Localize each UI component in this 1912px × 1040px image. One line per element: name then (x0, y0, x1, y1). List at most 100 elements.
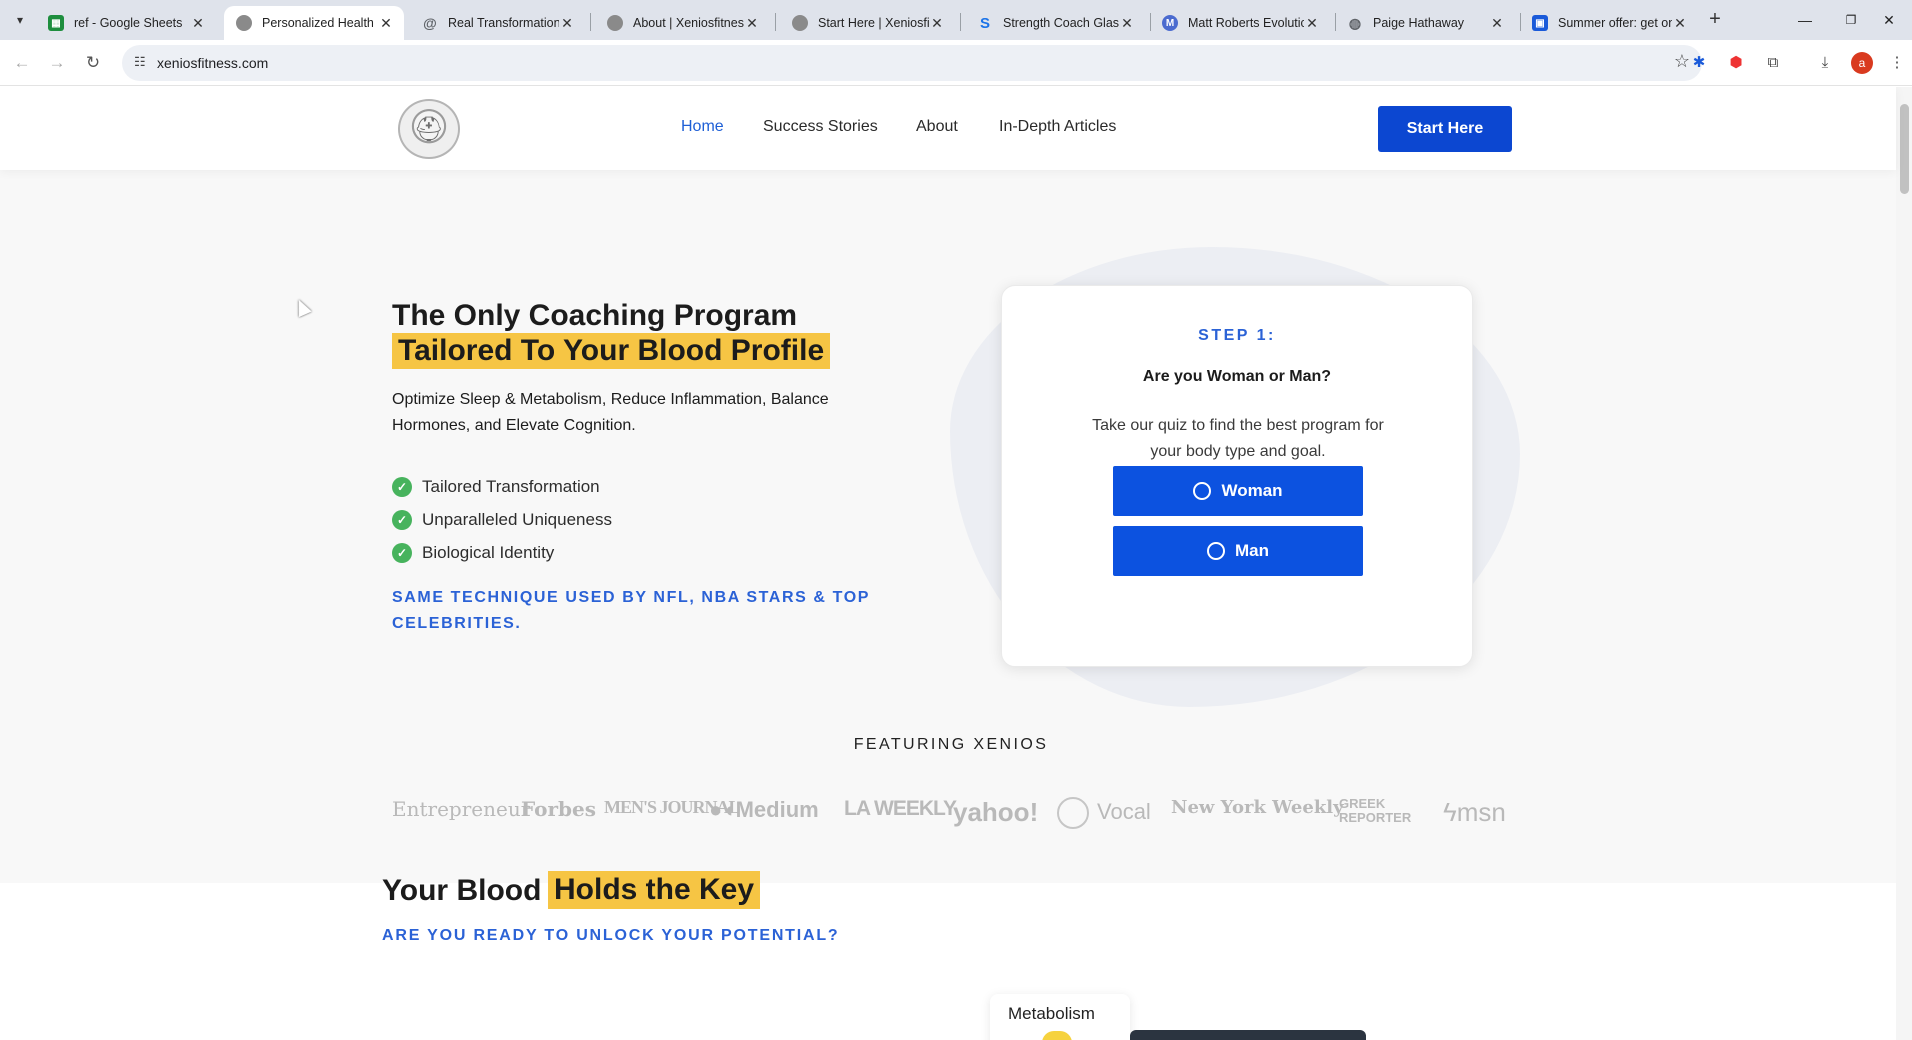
hero-tagline: SAME TECHNIQUE USED BY NFL, NBA STARS & … (392, 589, 870, 632)
globe-icon: ◍ (1348, 14, 1362, 31)
press-logo-text: Vocal (1097, 798, 1151, 824)
tab-title: Summer offer: get on (1558, 16, 1672, 30)
tab-title: Matt Roberts Evolutic (1188, 16, 1304, 30)
tab-start-here[interactable]: Start Here | Xeniosfitn ✕ (780, 6, 955, 40)
tab-summer-offer[interactable]: ▣ Summer offer: get on ✕ (1520, 6, 1698, 40)
press-logo-forbes: Forbes (521, 797, 596, 821)
page-scrollbar[interactable] (1896, 87, 1912, 1040)
browser-menu-icon[interactable]: ⋮ (1886, 52, 1908, 74)
back-icon[interactable]: ← (10, 51, 34, 75)
hero-subtitle: Optimize Sleep & Metabolism, Reduce Infl… (392, 391, 829, 434)
nav-home[interactable]: Home (681, 118, 724, 136)
press-logo-text: Medium (735, 797, 819, 822)
press-logo-yahoo: yahoo! (953, 797, 1039, 827)
close-tab-icon[interactable]: ✕ (929, 15, 945, 32)
scrollbar-thumb[interactable] (1900, 104, 1909, 194)
check-circle-icon: ✓ (392, 543, 412, 563)
benefit-item: ✓ Biological Identity (392, 543, 554, 563)
close-window-icon[interactable]: ✕ (1866, 0, 1912, 40)
press-logo-msn: ϟmsn (1443, 797, 1506, 828)
radio-circle-icon (1193, 482, 1212, 500)
spiral-icon: @ (423, 15, 437, 31)
tab-title: Real Transformations: (448, 16, 559, 30)
tab-about-xenios[interactable]: About | Xeniosfitness ✕ (595, 6, 770, 40)
blue-app-icon: ▣ (1532, 15, 1548, 31)
vocal-circle-icon (1057, 797, 1089, 829)
radio-circle-icon (1207, 542, 1225, 560)
man-option-button[interactable]: Man (1113, 526, 1363, 576)
press-logo-new-york-weekly: New York Weekly (1171, 797, 1344, 818)
hero-title-highlight: Tailored To Your Blood Profile (392, 333, 831, 369)
site-header: ⛑ Home Success Stories About In-Depth Ar… (0, 87, 1896, 170)
omnibox[interactable]: ☷ xeniosfitness.com ☆ (122, 45, 1702, 81)
section-tagline: ARE YOU READY TO UNLOCK YOUR POTENTIAL? (382, 927, 840, 944)
download-icon[interactable]: ⤓ (1814, 52, 1836, 74)
option-label: Man (1235, 541, 1269, 560)
option-label: Woman (1221, 481, 1283, 500)
tab-personalized-health[interactable]: Personalized Health C ✕ (224, 6, 404, 40)
browser-tab-strip: ▾ ▦ ref - Google Sheets ✕ Personalized H… (0, 0, 1912, 40)
close-tab-icon[interactable]: ✕ (1489, 15, 1505, 32)
puzzle-extensions-icon[interactable]: ⧉ (1762, 52, 1784, 74)
reload-icon[interactable]: ↻ (81, 51, 105, 75)
tab-separator (960, 13, 961, 31)
nav-success-stories[interactable]: Success Stories (763, 118, 878, 136)
site-info-icon[interactable]: ☷ (134, 54, 146, 70)
tab-separator (590, 13, 591, 31)
spartan-helmet-icon (792, 15, 808, 31)
xenios-logo[interactable]: ⛑ (398, 99, 460, 159)
section-title-highlight: Holds the Key (548, 871, 761, 909)
tab-google-sheets[interactable]: ▦ ref - Google Sheets ✕ (36, 6, 216, 40)
shield-extension-icon[interactable]: ⬢ (1725, 52, 1747, 74)
section-title: Your Blood (382, 874, 542, 907)
profile-avatar[interactable]: a (1851, 52, 1873, 74)
tab-strength-coach[interactable]: S Strength Coach Glasg ✕ (965, 6, 1145, 40)
spartan-helmet-icon (607, 15, 623, 31)
close-tab-icon[interactable]: ✕ (744, 15, 760, 32)
close-tab-icon[interactable]: ✕ (1672, 15, 1688, 32)
extension-icon[interactable]: ✱ (1688, 52, 1710, 74)
close-tab-icon[interactable]: ✕ (378, 15, 394, 32)
press-logo-greek-reporter: GREEK REPORTER (1339, 796, 1412, 825)
quiz-description: Take our quiz to find the best program f… (1092, 417, 1384, 460)
hero-title: The Only Coaching Program (392, 299, 798, 332)
tab-title: Start Here | Xeniosfitn (818, 16, 929, 30)
tab-paige-hathaway[interactable]: ◍ Paige Hathaway ✕ (1335, 6, 1515, 40)
start-here-button[interactable]: Start Here (1378, 106, 1512, 152)
new-tab-icon[interactable]: + (1703, 8, 1727, 32)
close-tab-icon[interactable]: ✕ (559, 15, 575, 32)
tab-title: About | Xeniosfitness (633, 16, 744, 30)
blood-section (0, 883, 1896, 1040)
tab-separator (775, 13, 776, 31)
press-logo-entrepreneur: Entrepreneur (392, 797, 531, 821)
tab-search-dropdown-icon[interactable]: ▾ (8, 8, 32, 32)
tab-title: ref - Google Sheets (74, 16, 183, 30)
nav-about[interactable]: About (916, 118, 958, 136)
tab-title: Strength Coach Glasg (1003, 16, 1119, 30)
forward-icon[interactable]: → (45, 51, 69, 75)
nav-in-depth-articles[interactable]: In-Depth Articles (999, 118, 1116, 136)
check-circle-icon: ✓ (392, 477, 412, 497)
spartan-helmet-icon: ⛑ (413, 115, 445, 143)
close-tab-icon[interactable]: ✕ (1304, 15, 1320, 32)
tab-real-transformations[interactable]: @ Real Transformations: ✕ (410, 6, 585, 40)
quiz-step-label: STEP 1: (1198, 327, 1276, 344)
url-text[interactable]: xeniosfitness.com (157, 55, 268, 71)
tab-matt-roberts[interactable]: M Matt Roberts Evolutic ✕ (1150, 6, 1330, 40)
close-tab-icon[interactable]: ✕ (1119, 15, 1135, 32)
benefit-label: Unparalleled Uniqueness (422, 510, 612, 529)
hero-section (0, 170, 1896, 883)
woman-option-button[interactable]: Woman (1113, 466, 1363, 516)
tab-title: Paige Hathaway (1373, 16, 1465, 30)
address-bar-row: ← → ↻ ☷ xeniosfitness.com ☆ (0, 40, 1912, 86)
medium-dots-icon: ●◖ (709, 797, 736, 822)
google-sheets-icon: ▦ (48, 15, 64, 31)
close-tab-icon[interactable]: ✕ (190, 15, 206, 32)
press-logo-text: msn (1456, 797, 1506, 827)
web-page: ⛑ Home Success Stories About In-Depth Ar… (0, 87, 1912, 1040)
benefit-label: Biological Identity (422, 543, 555, 562)
benefit-item: ✓ Tailored Transformation (392, 477, 600, 497)
minimize-icon[interactable]: — (1782, 0, 1828, 40)
spartan-helmet-icon (236, 15, 252, 31)
s-logo-icon: S (979, 14, 990, 32)
